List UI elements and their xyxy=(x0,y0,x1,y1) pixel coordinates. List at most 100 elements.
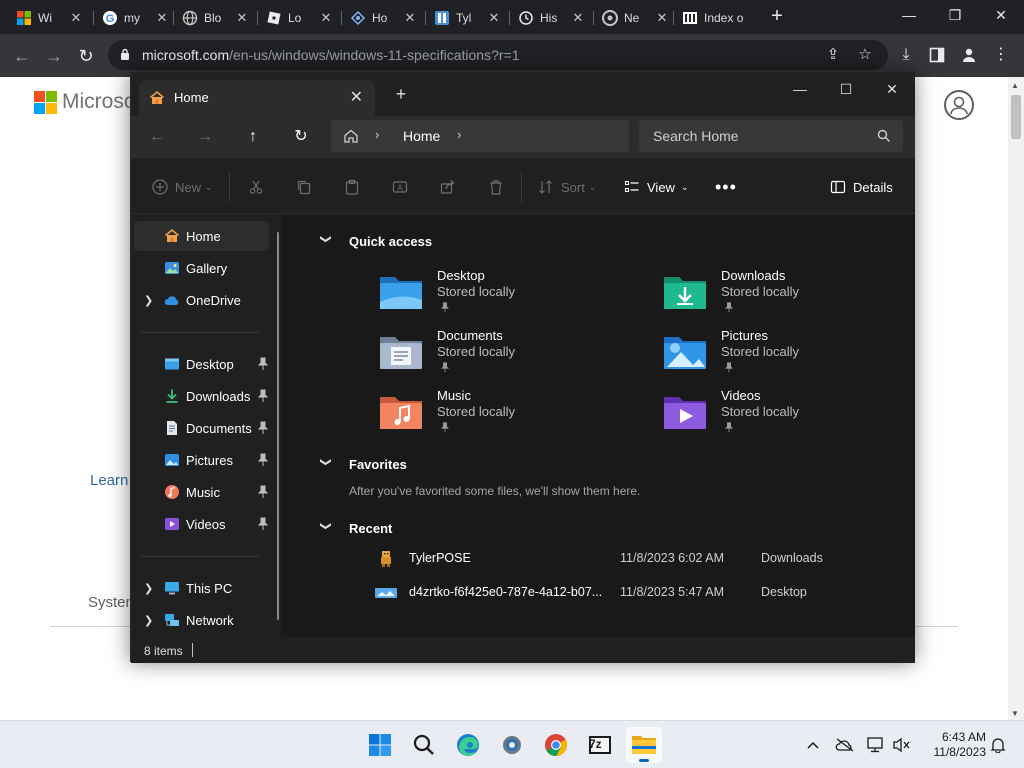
sidebar-item-onedrive[interactable]: ❯ OneDrive xyxy=(134,285,269,315)
close-icon[interactable]: ✕ xyxy=(486,10,502,26)
minimize-button[interactable]: — xyxy=(886,2,932,30)
close-icon[interactable]: ✕ xyxy=(402,10,418,26)
browser-tab-2[interactable]: G my ✕ xyxy=(94,4,174,32)
page-scrollbar[interactable]: ▲ ▼ xyxy=(1008,77,1024,720)
sidebar-item-this-pc[interactable]: ❯ This PC xyxy=(134,573,269,603)
download-icon[interactable]: ⤓ xyxy=(895,44,917,66)
browser-tab-5[interactable]: Ho ✕ xyxy=(342,4,426,32)
rename-icon[interactable]: A xyxy=(391,177,415,197)
file-explorer-icon[interactable] xyxy=(626,727,662,763)
recent-file-row[interactable]: TylerPOSE 11/8/2023 6:02 AM Downloads xyxy=(375,548,905,570)
quick-access-pictures[interactable]: Pictures Stored locally xyxy=(663,328,903,380)
sidebar-item-downloads[interactable]: Downloads xyxy=(134,381,269,411)
new-button[interactable]: New ⌄ xyxy=(151,177,213,197)
explorer-tab-home[interactable]: Home ✕ xyxy=(139,80,375,116)
browser-tab-7[interactable]: His ✕ xyxy=(510,4,594,32)
close-icon[interactable]: ✕ xyxy=(654,10,670,26)
address-bar[interactable]: microsoft.com/en-us/windows/windows-11-s… xyxy=(108,40,888,70)
paste-icon[interactable] xyxy=(343,177,367,197)
quick-access-downloads[interactable]: Downloads Stored locally xyxy=(663,268,903,320)
quick-access-documents[interactable]: Documents Stored locally xyxy=(379,328,619,380)
browser-tab-6[interactable]: Tyl ✕ xyxy=(426,4,510,32)
quick-access-desktop[interactable]: Desktop Stored locally xyxy=(379,268,619,320)
notification-bell-icon[interactable] xyxy=(988,735,1008,755)
network-status-icon[interactable] xyxy=(866,735,886,755)
delete-icon[interactable] xyxy=(487,177,511,197)
close-tab-icon[interactable]: ✕ xyxy=(350,87,363,107)
sidebar-item-music[interactable]: Music xyxy=(134,477,269,507)
close-icon[interactable]: ✕ xyxy=(68,10,84,26)
microsoft-logo-icon[interactable] xyxy=(34,91,57,114)
cut-icon[interactable] xyxy=(247,177,271,197)
view-button[interactable]: View ⌄ xyxy=(623,177,689,197)
search-input[interactable] xyxy=(639,120,869,152)
sidebar-item-home[interactable]: Home xyxy=(134,221,269,251)
menu-icon[interactable]: ⋮ xyxy=(990,44,1012,66)
chevron-down-icon[interactable]: ❯ xyxy=(320,235,333,249)
explorer-minimize-button[interactable]: — xyxy=(777,76,823,104)
chevron-up-icon[interactable] xyxy=(803,735,823,755)
7zip-icon[interactable]: 7z xyxy=(582,727,618,763)
close-icon[interactable]: ✕ xyxy=(570,10,586,26)
quick-access-music[interactable]: Music Stored locally xyxy=(379,388,619,440)
maximize-button[interactable]: ❐ xyxy=(932,2,978,30)
back-button[interactable]: ← xyxy=(8,42,36,70)
details-button[interactable]: Details xyxy=(829,177,893,197)
account-icon[interactable] xyxy=(944,90,974,120)
breadcrumb-home[interactable]: Home xyxy=(403,128,440,144)
star-icon[interactable]: ☆ xyxy=(856,46,874,64)
chevron-down-icon[interactable]: ❯ xyxy=(320,458,333,472)
sidebar-item-pictures[interactable]: Pictures xyxy=(134,445,269,475)
share-icon[interactable]: ⇪ xyxy=(824,46,842,64)
onedrive-offline-icon[interactable] xyxy=(835,735,855,755)
chevron-right-icon[interactable]: › xyxy=(457,127,461,142)
explorer-maximize-button[interactable]: ☐ xyxy=(823,76,869,104)
settings-icon[interactable] xyxy=(494,727,530,763)
sidebar-item-gallery[interactable]: Gallery xyxy=(134,253,269,283)
edge-icon[interactable] xyxy=(450,727,486,763)
section-quick-access[interactable]: ❯ Quick access xyxy=(319,234,433,249)
close-icon[interactable]: ✕ xyxy=(318,10,334,26)
search-box[interactable] xyxy=(639,120,903,152)
search-icon[interactable] xyxy=(406,727,442,763)
browser-tab-1[interactable]: Wi ✕ xyxy=(8,4,94,32)
chevron-right-icon[interactable]: ❯ xyxy=(144,294,153,307)
breadcrumb[interactable]: › Home › xyxy=(331,120,629,152)
sidebar-item-desktop[interactable]: Desktop xyxy=(134,349,269,379)
quick-access-videos[interactable]: Videos Stored locally xyxy=(663,388,903,440)
close-icon[interactable]: ✕ xyxy=(234,10,250,26)
browser-tab-4[interactable]: Lo ✕ xyxy=(258,4,342,32)
explorer-up-button[interactable]: ↑ xyxy=(241,125,265,149)
chevron-right-icon[interactable]: ❯ xyxy=(144,614,153,627)
browser-tab-3[interactable]: Blo ✕ xyxy=(174,4,258,32)
chevron-right-icon[interactable]: ❯ xyxy=(144,582,153,595)
browser-tab-8[interactable]: Ne ✕ xyxy=(594,4,674,32)
section-favorites[interactable]: ❯ Favorites xyxy=(319,457,407,472)
sidebar-item-documents[interactable]: Documents xyxy=(134,413,269,443)
reload-button[interactable]: ↻ xyxy=(72,42,100,70)
close-icon[interactable]: ✕ xyxy=(154,10,170,26)
more-options-icon[interactable]: ••• xyxy=(715,177,737,197)
nav-pane-scrollbar[interactable] xyxy=(277,232,279,620)
share-icon[interactable] xyxy=(439,177,463,197)
chrome-icon[interactable] xyxy=(538,727,574,763)
start-icon[interactable] xyxy=(362,727,398,763)
explorer-close-button[interactable]: ✕ xyxy=(869,76,915,104)
explorer-forward-button[interactable]: → xyxy=(193,125,217,149)
sidebar-item-network[interactable]: ❯ Network xyxy=(134,605,269,635)
chevron-down-icon[interactable]: ❯ xyxy=(320,522,333,536)
sort-button[interactable]: Sort ⌄ xyxy=(537,177,596,197)
copy-icon[interactable] xyxy=(295,177,319,197)
new-explorer-tab-button[interactable]: + xyxy=(391,84,411,104)
side-panel-icon[interactable] xyxy=(926,44,948,66)
system-clock[interactable]: 6:43 AM 11/8/2023 xyxy=(920,730,987,760)
forward-button[interactable]: → xyxy=(40,42,68,70)
volume-muted-icon[interactable] xyxy=(892,735,912,755)
section-recent[interactable]: ❯ Recent xyxy=(319,521,393,536)
explorer-back-button[interactable]: ← xyxy=(145,125,169,149)
recent-file-row[interactable]: d4zrtko-f6f425e0-787e-4a12-b07... 11/8/2… xyxy=(375,582,905,604)
explorer-refresh-button[interactable]: ↻ xyxy=(289,125,313,149)
profile-icon[interactable] xyxy=(958,44,980,66)
learn-link[interactable]: Learn xyxy=(90,472,128,489)
new-tab-button[interactable]: + xyxy=(766,6,788,28)
